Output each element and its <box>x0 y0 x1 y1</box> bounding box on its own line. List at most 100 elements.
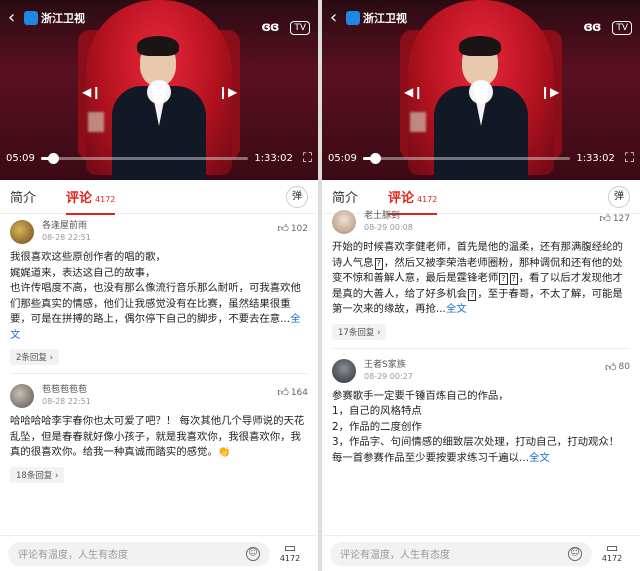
comment-meta: 老土豚到 08-29 00:08 <box>364 210 630 234</box>
unknown-emoji-icon: ? <box>374 257 383 270</box>
video-player[interactable]: ‹ 浙江卫视 ɞɞ TV ◀❙ ❙▶ 05:09 1:33:02 ⛶ <box>0 0 318 180</box>
rewind-icon[interactable]: ◀❙ <box>404 85 423 99</box>
person-hair <box>137 36 179 56</box>
tab-comments-label: 评论 <box>66 191 93 206</box>
timestamp: 08-28 22:51 <box>42 397 91 406</box>
unknown-emoji-icon: ? <box>499 273 508 285</box>
blurred-area <box>410 112 426 132</box>
replies-button[interactable]: 18条回复 › <box>10 466 65 483</box>
emoji-icon[interactable]: ☺ <box>246 546 260 561</box>
expand-link[interactable]: 全文 <box>446 303 467 315</box>
replies-button[interactable]: 17条回复 › <box>332 323 387 340</box>
comment-footer: 评论有温度，人生有态度 ☺ ▭ 4172 <box>0 535 318 571</box>
timestamp: 08-29 00:08 <box>364 223 413 232</box>
channel-name: 浙江卫视 <box>363 12 407 25</box>
comment-body: 我很喜欢这些原创作者的唱的歌， 娓娓道来，表达这自己的故事， 也许传唱度不高，也… <box>10 251 301 325</box>
cast-icon[interactable]: ɞɞ <box>261 20 279 35</box>
fullscreen-icon[interactable]: ⛶ <box>303 151 312 166</box>
danmu-icon[interactable]: 弹 <box>608 186 630 208</box>
progress-track[interactable] <box>40 153 249 164</box>
like-count: 102 <box>290 223 308 234</box>
comment-header: 老土豚到 08-29 00:08 <box>332 210 630 234</box>
current-time: 05:09 <box>6 153 35 164</box>
video-player[interactable]: ‹ 浙江卫视 ɞɞ TV ◀❙ ❙▶ 05:09 1:33:02 ⛶ <box>322 0 640 180</box>
list-item: 各逢屋前雨 08-28 22:51 👍︎ 102 我很喜欢这些原创作者的唱的歌， … <box>0 214 318 378</box>
comment-list: 各逢屋前雨 08-28 22:51 👍︎ 102 我很喜欢这些原创作者的唱的歌， … <box>0 214 318 534</box>
comment-text: 哈哈哈哈李宇春你也太可爱了吧？！ 每次其他几个导师说的天花乱坠，但是春春就好像小… <box>10 415 305 458</box>
comment-count-button[interactable]: ▭ 4172 <box>592 540 632 564</box>
like-count: 80 <box>618 362 630 372</box>
tv-icon[interactable]: TV <box>612 20 632 35</box>
comment-text: 参赛歌手一定要千锤百炼自己的作品， 1，自己的风格特点 2，作品的二度创作 3，… <box>332 389 630 467</box>
comment-count-button[interactable]: ▭ 4172 <box>270 542 310 564</box>
channel-name: 浙江卫视 <box>41 12 85 25</box>
fullscreen-icon[interactable]: ⛶ <box>625 151 634 166</box>
comment-meta: 各逢屋前雨 08-28 22:51 <box>42 220 308 244</box>
forward-icon[interactable]: ❙▶ <box>218 85 237 99</box>
expand-link[interactable]: 全文 <box>529 452 550 464</box>
thumbs-up-icon: 👍︎ <box>605 360 617 374</box>
like-button[interactable]: 👍︎ 80 <box>605 361 630 374</box>
avatar[interactable] <box>10 220 34 244</box>
comment-count: 4172 <box>417 195 438 204</box>
comment-input-placeholder: 评论有温度，人生有态度 <box>18 550 128 561</box>
tab-comments[interactable]: 评论 4172 <box>388 187 438 215</box>
like-button[interactable]: 👍︎ 102 <box>277 222 308 235</box>
play-icon[interactable] <box>469 80 493 104</box>
avatar[interactable] <box>332 210 356 234</box>
like-button[interactable]: 👍︎ 164 <box>277 386 308 399</box>
divider <box>332 347 630 349</box>
channel-logo-icon <box>346 11 360 25</box>
comment-bubble-icon: ▭ <box>605 540 619 556</box>
thumbs-up-icon: 👍︎ <box>277 222 289 235</box>
like-button[interactable]: 👍︎ 127 <box>599 212 630 225</box>
video-controls: 05:09 1:33:02 ⛶ <box>328 151 634 166</box>
username[interactable]: 老土豚到 <box>364 210 630 222</box>
progress-knob[interactable] <box>370 153 382 164</box>
unknown-emoji-icon: ? <box>468 288 477 301</box>
right-phone-screen: ‹ 浙江卫视 ɞɞ TV ◀❙ ❙▶ 05:09 1:33:02 ⛶ 简介 评论… <box>322 0 640 571</box>
avatar[interactable] <box>332 358 356 383</box>
footer-comment-count: 4172 <box>279 553 301 563</box>
username[interactable]: 苞苞苞苞苞 <box>42 384 308 396</box>
comment-header: 王者S家族 08-29 00:27 <box>332 358 630 383</box>
comment-text: 开始的时候喜欢李健老师，首先是他的温柔，还有那满腹经纶的诗人气息? ，然后又被李荣… <box>332 240 630 318</box>
replies-label: 17条回复 <box>338 327 375 338</box>
username[interactable]: 王者S家族 <box>364 359 630 371</box>
avatar[interactable] <box>10 384 34 408</box>
replies-button[interactable]: 2条回复 › <box>10 349 60 365</box>
danmu-icon[interactable]: 弹 <box>286 186 308 208</box>
back-chevron-icon[interactable]: ‹ <box>330 8 337 28</box>
thumbs-up-icon: 👍︎ <box>599 212 611 225</box>
tab-comments-label: 评论 <box>388 191 415 206</box>
rewind-icon[interactable]: ◀❙ <box>82 85 101 99</box>
cast-icon[interactable]: ɞɞ <box>583 20 601 35</box>
timestamp: 08-28 22:51 <box>42 233 91 242</box>
tab-intro[interactable]: 简介 <box>332 187 358 206</box>
video-top-actions: ɞɞ TV <box>583 20 632 35</box>
tv-icon[interactable]: TV <box>290 20 310 35</box>
like-count: 164 <box>290 387 308 398</box>
comment-header: 各逢屋前雨 08-28 22:51 <box>10 220 308 244</box>
total-time: 1:33:02 <box>254 153 293 164</box>
back-chevron-icon[interactable]: ‹ <box>8 8 15 28</box>
divider <box>10 373 308 374</box>
tab-comments[interactable]: 评论 4172 <box>66 187 116 215</box>
comment-input[interactable]: 评论有温度，人生有态度 ☺ <box>330 541 592 566</box>
tab-intro[interactable]: 简介 <box>10 187 36 206</box>
replies-label: 18条回复 <box>16 470 53 481</box>
channel-logo-icon <box>24 11 38 25</box>
comment-input[interactable]: 评论有温度，人生有态度 ☺ <box>8 541 270 566</box>
progress-knob[interactable] <box>48 153 60 164</box>
list-item: 老土豚到 08-29 00:08 👍︎ 127 开始的时候喜欢李健老师，首先是他的… <box>322 208 640 353</box>
play-icon[interactable] <box>147 80 171 104</box>
replies-label: 2条回复 <box>16 353 47 363</box>
emoji-icon[interactable]: ☺ <box>568 546 582 561</box>
list-item: 苞苞苞苞苞 08-28 22:51 👍︎ 164 哈哈哈哈李宇春你也太可爱了吧？！… <box>0 378 318 487</box>
comment-header: 苞苞苞苞苞 08-28 22:51 <box>10 384 308 408</box>
forward-icon[interactable]: ❙▶ <box>540 85 559 99</box>
comment-body: 参赛歌手一定要千锤百炼自己的作品， 1，自己的风格特点 2，作品的二度创作 3，… <box>332 389 620 464</box>
progress-track[interactable] <box>362 153 571 164</box>
current-time: 05:09 <box>328 153 357 164</box>
username[interactable]: 各逢屋前雨 <box>42 220 308 232</box>
